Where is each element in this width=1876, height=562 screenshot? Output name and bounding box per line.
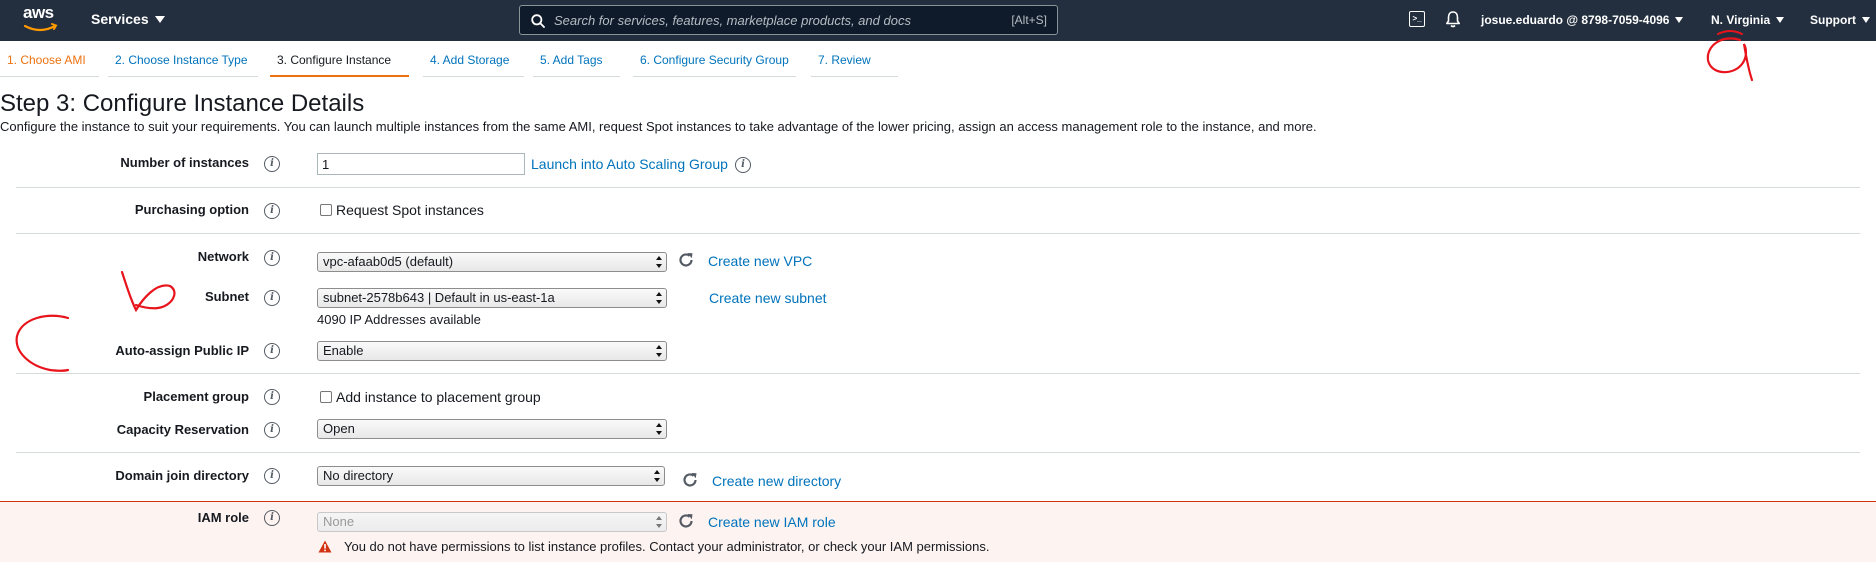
search-input[interactable] [554, 10, 974, 30]
chevron-down-icon [154, 15, 165, 23]
services-label: Services [91, 11, 149, 27]
create-new-iam-role-link[interactable]: Create new IAM role [708, 514, 836, 530]
divider [16, 373, 1860, 374]
capacity-reservation-label: Capacity Reservation [116, 422, 249, 437]
divider [16, 233, 1860, 234]
refresh-icon[interactable] [680, 470, 700, 490]
network-label: Network [197, 249, 249, 264]
info-icon[interactable]: i [264, 290, 280, 306]
support-label: Support [1810, 13, 1856, 27]
number-of-instances-label: Number of instances [120, 155, 249, 170]
select-arrows-icon [656, 516, 662, 528]
request-spot-label: Request Spot instances [336, 202, 484, 218]
aws-logo[interactable]: aws [22, 3, 62, 35]
wizard-steps: 1. Choose AMI 2. Choose Instance Type 3.… [0, 41, 910, 78]
info-icon[interactable]: i [735, 157, 751, 173]
search-shortcut-hint: [Alt+S] [1011, 13, 1047, 27]
region-label: N. Virginia [1711, 13, 1771, 27]
info-icon[interactable]: i [264, 250, 280, 266]
auto-assign-public-ip-select[interactable]: Enable [317, 341, 667, 361]
info-icon[interactable]: i [264, 343, 280, 359]
step-review[interactable]: 7. Review [811, 41, 898, 77]
services-menu-button[interactable]: Services [91, 11, 165, 27]
info-icon[interactable]: i [264, 156, 280, 172]
step-add-storage[interactable]: 4. Add Storage [423, 41, 524, 77]
iam-role-error-text: You do not have permissions to list inst… [344, 539, 990, 554]
account-label: josue.eduardo @ 8798-7059-4096 [1481, 13, 1670, 27]
request-spot-checkbox[interactable] [320, 204, 332, 216]
create-new-directory-link[interactable]: Create new directory [712, 473, 841, 489]
subnet-label: Subnet [204, 289, 249, 304]
select-arrows-icon [656, 423, 662, 435]
add-to-placement-group-option[interactable]: Add instance to placement group [320, 389, 541, 405]
network-select[interactable]: vpc-afaab0d5 (default) [317, 252, 667, 272]
annotation-a-mark [1706, 37, 1754, 82]
create-new-vpc-link[interactable]: Create new VPC [708, 253, 812, 269]
subnet-select[interactable]: subnet-2578b643 | Default in us-east-1a [317, 288, 667, 308]
capacity-reservation-select[interactable]: Open [317, 419, 667, 439]
step-choose-instance-type[interactable]: 2. Choose Instance Type [108, 41, 258, 77]
warning-icon [318, 540, 332, 553]
select-arrows-icon [656, 256, 662, 268]
info-icon[interactable]: i [264, 203, 280, 219]
info-icon[interactable]: i [264, 468, 280, 484]
select-arrows-icon [656, 292, 662, 304]
request-spot-instances-option[interactable]: Request Spot instances [320, 202, 484, 218]
step-add-tags[interactable]: 5. Add Tags [533, 41, 620, 77]
cloudshell-icon[interactable]: >_ [1409, 11, 1425, 27]
chevron-down-icon [1776, 17, 1785, 23]
select-arrows-icon [656, 345, 662, 357]
network-select-value: vpc-afaab0d5 (default) [323, 254, 454, 269]
select-arrows-icon [654, 470, 660, 482]
number-of-instances-input[interactable] [317, 153, 525, 175]
domain-join-directory-value: No directory [323, 468, 394, 483]
iam-role-error-message: You do not have permissions to list inst… [318, 539, 989, 554]
page-description: Configure the instance to suit your requ… [0, 119, 1317, 134]
iam-role-label: IAM role [197, 510, 249, 525]
annotation-c-mark [15, 314, 70, 372]
step-configure-security-group[interactable]: 6. Configure Security Group [633, 41, 796, 77]
iam-role-select[interactable]: None [317, 512, 667, 532]
search-icon [531, 14, 545, 28]
step-configure-instance[interactable]: 3. Configure Instance [270, 41, 409, 77]
chevron-down-icon [1862, 17, 1870, 23]
placement-group-label: Placement group [143, 389, 249, 404]
annotation-b-mark [120, 270, 176, 313]
divider [16, 187, 1860, 188]
page-title: Step 3: Configure Instance Details [0, 90, 365, 117]
launch-into-auto-scaling-link[interactable]: Launch into Auto Scaling Group [531, 156, 728, 172]
handwritten-annotations [15, 30, 1754, 372]
info-icon[interactable]: i [264, 389, 280, 405]
chevron-down-icon [1675, 17, 1684, 23]
capacity-reservation-value: Open [323, 421, 355, 436]
refresh-icon[interactable] [676, 250, 696, 270]
divider [16, 452, 1860, 453]
top-navigation-bar: aws Services [Alt+S] >_ josue.eduardo @ … [0, 0, 1876, 41]
create-new-subnet-link[interactable]: Create new subnet [709, 290, 827, 306]
support-menu[interactable]: Support [1810, 13, 1870, 27]
iam-role-value: None [323, 514, 355, 529]
global-search-box[interactable]: [Alt+S] [519, 5, 1058, 35]
subnet-select-value: subnet-2578b643 | Default in us-east-1a [323, 290, 555, 305]
refresh-icon[interactable] [676, 511, 696, 531]
domain-join-directory-label: Domain join directory [115, 468, 249, 483]
placement-group-checkbox-label: Add instance to placement group [336, 389, 541, 405]
step-choose-ami[interactable]: 1. Choose AMI [0, 41, 99, 77]
purchasing-option-label: Purchasing option [134, 202, 249, 217]
auto-assign-public-ip-label: Auto-assign Public IP [115, 343, 249, 358]
notifications-bell-icon[interactable] [1445, 10, 1461, 28]
aws-smile-icon [23, 23, 58, 32]
subnet-available-ips: 4090 IP Addresses available [317, 312, 481, 327]
domain-join-directory-select[interactable]: No directory [317, 466, 665, 486]
info-icon[interactable]: i [264, 422, 280, 438]
info-icon[interactable]: i [264, 510, 280, 526]
auto-assign-public-ip-value: Enable [323, 343, 364, 358]
region-selector[interactable]: N. Virginia [1711, 13, 1785, 27]
placement-group-checkbox[interactable] [320, 391, 332, 403]
account-menu[interactable]: josue.eduardo @ 8798-7059-4096 [1481, 13, 1684, 27]
